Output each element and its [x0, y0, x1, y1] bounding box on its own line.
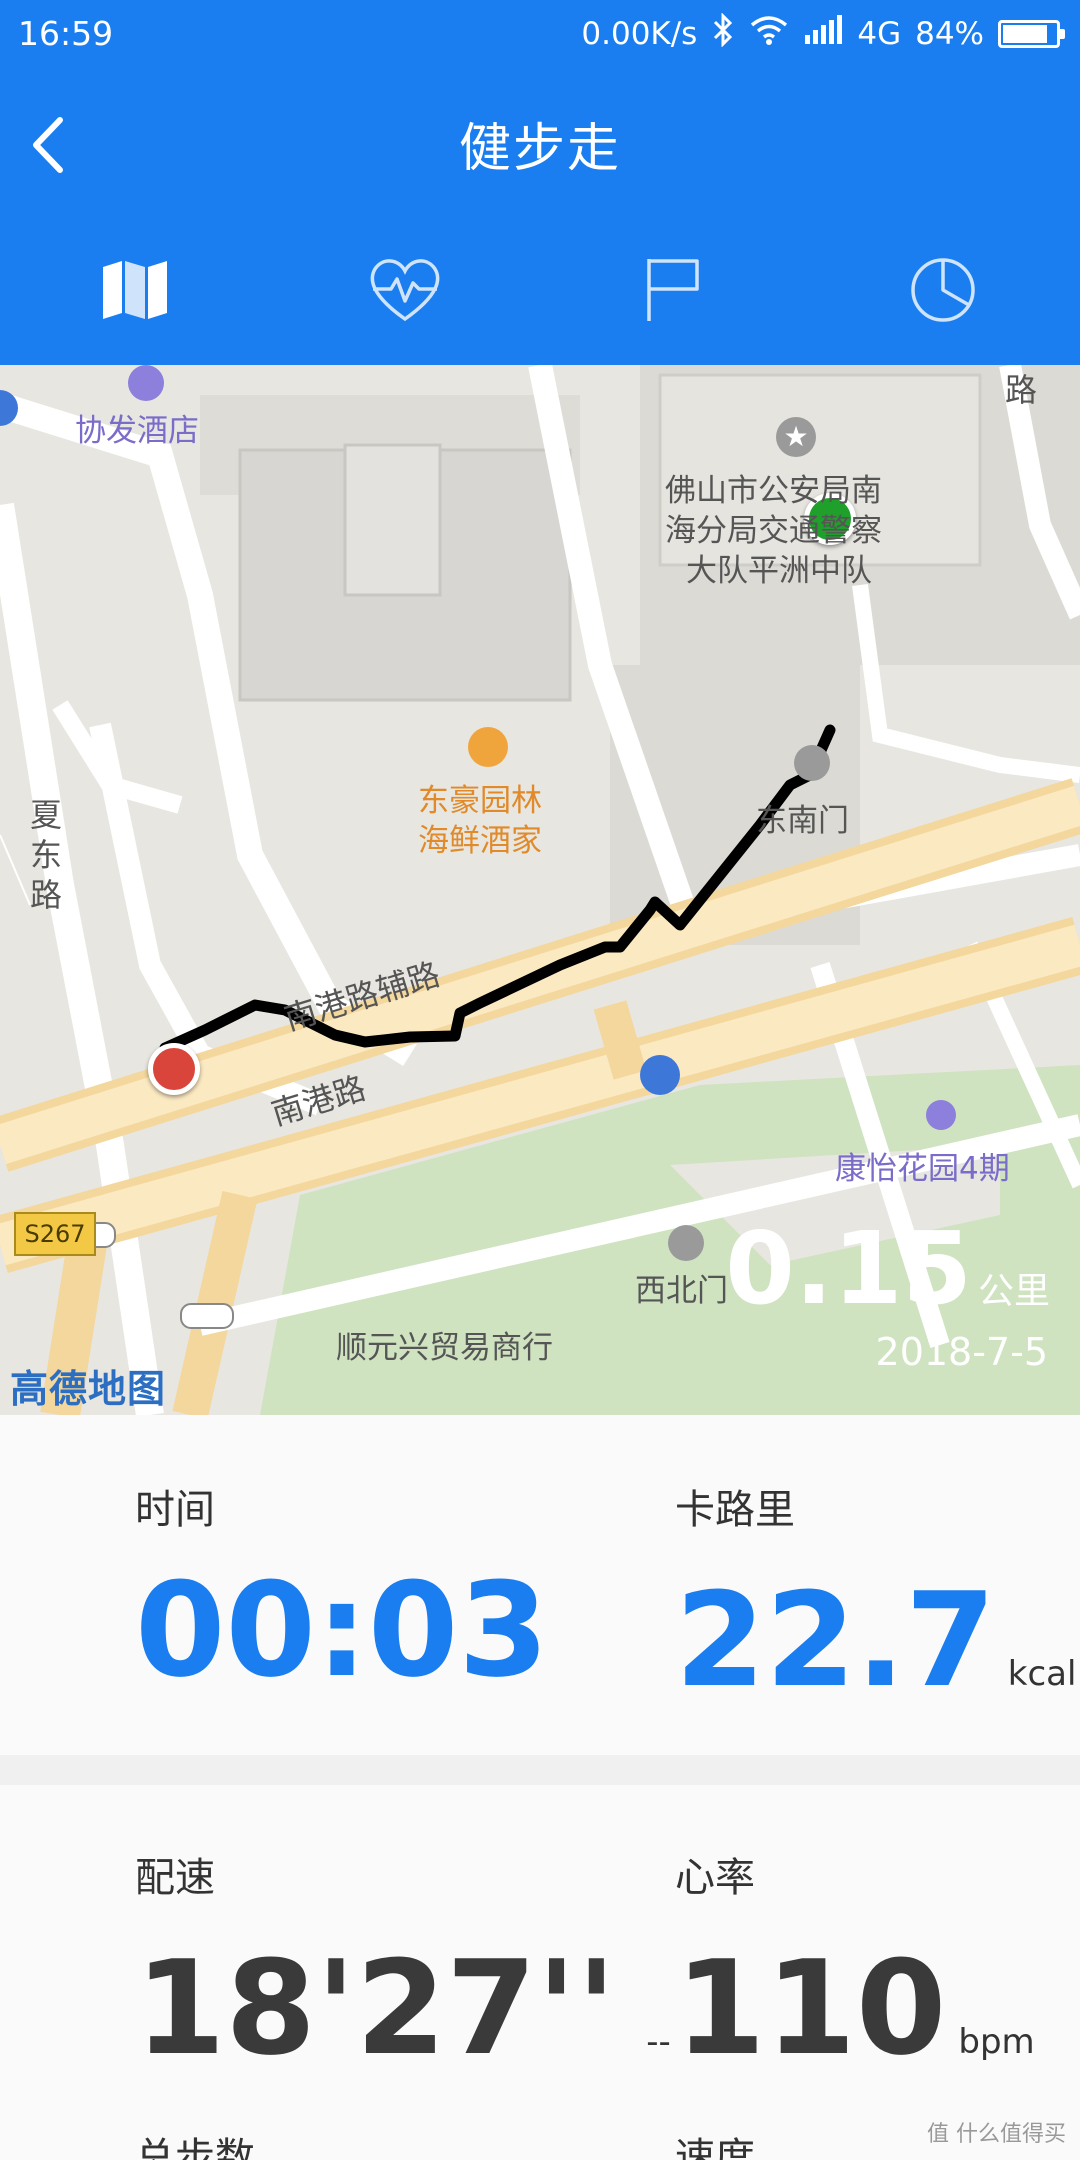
stat-label: 时间 [135, 1487, 215, 1533]
flag-icon [647, 259, 699, 321]
hotel-icon [128, 365, 164, 401]
stat-unit: kcal [1007, 1654, 1077, 1694]
map-provider-logo: 高德地图 [10, 1367, 167, 1411]
end-marker [148, 1043, 200, 1095]
police-icon: ★ [776, 417, 816, 457]
network-speed: 0.00K/s [581, 16, 698, 52]
stat-unit: bpm [958, 2022, 1035, 2062]
stats-card-secondary: 配速 18'27'' -- 心率 110 bpm 总步数 速度 值 什么值得买 [0, 1785, 1080, 2160]
map-label-road: 路 [1005, 371, 1038, 409]
network-type: 4G [857, 16, 902, 52]
gate-icon [668, 1225, 704, 1261]
status-bar: 16:59 0.00K/s 4G 84% [0, 0, 1080, 70]
bus-stop-icon [640, 1055, 680, 1095]
tab-statistics[interactable] [898, 250, 988, 330]
map-label-police: 大队平洲中队 [686, 553, 872, 589]
map-label-trade: 顺元兴贸易商行 [336, 1330, 553, 1366]
title-bar: 健步走 [0, 70, 1080, 220]
traffic-light-icon [180, 1303, 234, 1329]
map-label-police: 佛山市公安局南 [665, 473, 882, 509]
stat-unit: -- [646, 2022, 671, 2062]
gate-icon [794, 745, 830, 781]
status-time: 16:59 [18, 14, 114, 53]
restaurant-icon [468, 727, 508, 767]
map-label-hotel: 协发酒店 [75, 413, 199, 449]
stat-value: 22.7 [675, 1564, 996, 1716]
stat-heart-rate: 心率 110 bpm [675, 1845, 1035, 2073]
stat-label: 配速 [135, 1855, 215, 1901]
stat-pace: 配速 18'27'' -- [135, 1845, 671, 2073]
distance-value: 0.15 [725, 1210, 972, 1327]
bluetooth-icon [711, 12, 735, 55]
distance-unit: 公里 [977, 1271, 1050, 1312]
highway-badge: S267 [14, 1212, 96, 1256]
map-label-east-gate: 东南门 [756, 803, 849, 839]
watermark: 值 什么值得买 [927, 2122, 1066, 2147]
tab-heart-rate[interactable] [360, 250, 450, 330]
stat-label: 速度 [675, 2135, 755, 2160]
tab-flag[interactable] [628, 250, 718, 330]
map-label-garden: 康怡花园4期 [835, 1151, 1010, 1187]
signal-icon [803, 15, 843, 53]
battery-icon [998, 20, 1065, 48]
map-label-gate: 西北门 [635, 1273, 728, 1309]
route-map[interactable]: ★ S267 协发酒店 佛山市公安局南 海分局交通警察 大队平洲中队 东豪园林 … [0, 365, 1080, 1415]
garden-icon [926, 1100, 956, 1130]
map-label-road: 夏东路 [30, 796, 63, 914]
stat-steps: 总步数 [135, 2125, 255, 2160]
heart-pulse-icon [370, 259, 440, 322]
stat-value: 18'27'' [135, 1932, 617, 2084]
distance-display: 0.15 公里 [725, 1210, 1050, 1327]
stat-value: 110 [675, 1932, 947, 2084]
map-icon [103, 261, 167, 319]
activity-date: 2018-7-5 [875, 1330, 1048, 1374]
stat-value: 00:03 [135, 1554, 549, 1706]
battery-percent: 84% [915, 16, 984, 52]
stat-label: 卡路里 [675, 1487, 795, 1533]
pie-chart-icon [911, 258, 975, 322]
status-indicators: 0.00K/s 4G 84% [581, 12, 1065, 55]
wifi-icon [749, 14, 789, 54]
stat-speed: 速度 [675, 2125, 755, 2160]
map-label-restaurant: 海鲜酒家 [418, 823, 542, 859]
stat-label: 总步数 [135, 2135, 255, 2160]
tab-bar [0, 220, 1080, 365]
stat-time: 时间 00:03 [135, 1477, 549, 1695]
map-label-restaurant: 东豪园林 [418, 783, 542, 819]
stat-calories: 卡路里 22.7 kcal [675, 1477, 1076, 1705]
page-title: 健步走 [458, 119, 621, 179]
stat-label: 心率 [675, 1855, 755, 1901]
map-label-police: 海分局交通警察 [665, 513, 882, 549]
stats-card-primary: 时间 00:03 卡路里 22.7 kcal [0, 1415, 1080, 1755]
tab-map[interactable] [90, 250, 180, 330]
